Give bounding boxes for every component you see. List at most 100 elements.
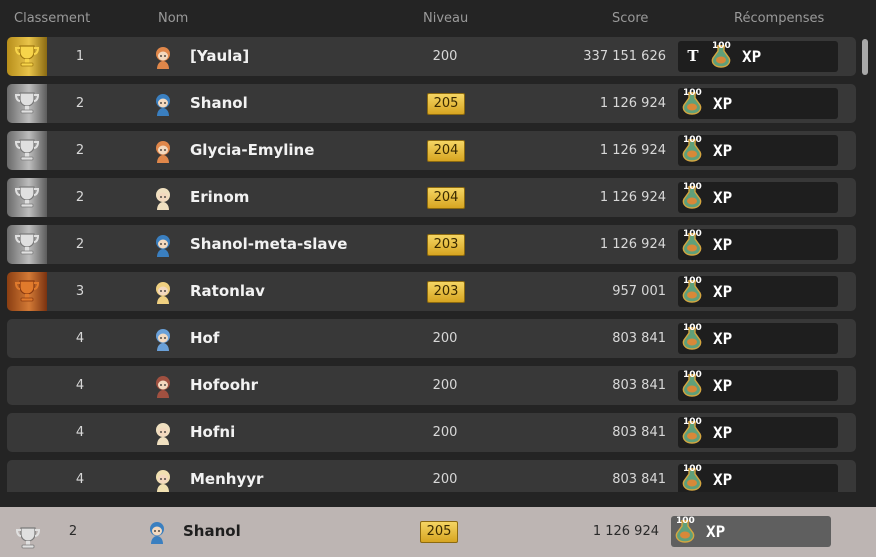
xp-amount: 100 <box>712 41 731 51</box>
header-rank[interactable]: Classement <box>14 11 90 26</box>
rewards-cell[interactable]: 100 XP <box>678 88 838 119</box>
player-name[interactable]: Shanol-meta-slave <box>190 235 347 253</box>
scrollbar-thumb[interactable] <box>862 39 868 75</box>
xp-label: XP <box>713 423 733 442</box>
table-row[interactable]: 3 Ratonlav 203 957 001 100 XP <box>7 272 856 311</box>
score-value: 1 126 924 <box>599 190 666 205</box>
table-row[interactable]: 2 Erinom 204 1 126 924 100 XP <box>7 178 856 217</box>
rank-trophy-cell <box>7 319 47 358</box>
header-name[interactable]: Nom <box>158 11 188 26</box>
rewards-cell[interactable]: 100 XP <box>678 135 838 166</box>
level-badge: 203 <box>427 281 465 303</box>
rank-trophy-cell <box>0 507 41 557</box>
player-name[interactable]: Erinom <box>190 188 249 206</box>
player-name[interactable]: Shanol <box>183 522 241 540</box>
character-avatar-icon <box>149 325 177 357</box>
rewards-cell[interactable]: 100 XP <box>678 370 838 401</box>
level-value: 200 <box>432 331 458 346</box>
xp-amount: 100 <box>683 370 702 380</box>
level-badge: 205 <box>427 93 465 115</box>
rewards-cell[interactable]: 100 XP <box>678 276 838 307</box>
rank-number: 2 <box>75 190 85 205</box>
table-row[interactable]: 2 Glycia-Emyline 204 1 126 924 100 XP <box>7 131 856 170</box>
xp-label: XP <box>713 282 733 301</box>
header-level[interactable]: Niveau <box>423 11 468 26</box>
leaderboard-list[interactable]: 1 [Yaula] 200 337 151 626 T 100 XP 2 Shanol 205 1 … <box>7 37 856 492</box>
rank-trophy-cell <box>7 37 47 76</box>
level-value: 200 <box>432 378 458 393</box>
rank-trophy-cell <box>7 366 47 405</box>
table-row[interactable]: 2 Shanol 205 1 126 924 100 XP <box>7 84 856 123</box>
player-name[interactable]: Hofni <box>190 423 235 441</box>
rewards-cell[interactable]: 100 XP <box>678 417 838 448</box>
level-value: 200 <box>432 425 458 440</box>
table-row[interactable]: 4 Hofoohr 200 803 841 100 XP <box>7 366 856 405</box>
level-badge: 203 <box>427 234 465 256</box>
xp-label: XP <box>713 329 733 348</box>
rewards-cell[interactable]: T 100 XP <box>678 41 838 72</box>
header-rewards: Récompenses <box>734 11 825 26</box>
rank-number: 2 <box>75 96 85 111</box>
character-avatar-icon <box>143 518 171 550</box>
xp-label: XP <box>713 235 733 254</box>
level-badge: 204 <box>427 187 465 209</box>
level-value: 200 <box>432 472 458 487</box>
rewards-cell[interactable]: 100 XP <box>678 323 838 354</box>
xp-label: XP <box>713 376 733 395</box>
score-value: 1 126 924 <box>599 143 666 158</box>
rank-trophy-cell <box>7 84 47 123</box>
title-reward-icon[interactable]: T <box>684 47 702 65</box>
rank-number: 4 <box>75 331 85 346</box>
player-name[interactable]: Hof <box>190 329 219 347</box>
xp-label: XP <box>713 470 733 489</box>
character-avatar-icon <box>149 137 177 169</box>
character-avatar-icon <box>149 466 177 492</box>
table-row[interactable]: 2 Shanol-meta-slave 203 1 126 924 100 XP <box>7 225 856 264</box>
player-name[interactable]: Ratonlav <box>190 282 265 300</box>
score-value: 1 126 924 <box>599 96 666 111</box>
table-row[interactable]: 4 Hof 200 803 841 100 XP <box>7 319 856 358</box>
player-name[interactable]: Shanol <box>190 94 248 112</box>
rank-number: 1 <box>75 49 85 64</box>
xp-amount: 100 <box>683 323 702 333</box>
score-value: 337 151 626 <box>583 49 666 64</box>
player-name[interactable]: [Yaula] <box>190 47 249 65</box>
xp-label: XP <box>713 94 733 113</box>
table-row[interactable]: 4 Menhyyr 200 803 841 100 XP <box>7 460 856 492</box>
current-player-row[interactable]: 2 Shanol 205 1 126 924 100 XP <box>0 507 876 557</box>
score-value: 803 841 <box>612 425 666 440</box>
character-avatar-icon <box>149 419 177 451</box>
rank-number: 2 <box>75 143 85 158</box>
rank-trophy-cell <box>7 225 47 264</box>
character-avatar-icon <box>149 231 177 263</box>
xp-label: XP <box>706 522 726 541</box>
player-name[interactable]: Menhyyr <box>190 470 263 488</box>
table-row[interactable]: 1 [Yaula] 200 337 151 626 T 100 XP <box>7 37 856 76</box>
rewards-cell[interactable]: 100 XP <box>678 182 838 213</box>
level-badge: 204 <box>427 140 465 162</box>
level-value: 200 <box>432 49 458 64</box>
rank-trophy-cell <box>7 131 47 170</box>
rewards-cell[interactable]: 100 XP <box>678 464 838 492</box>
rank-trophy-cell <box>7 272 47 311</box>
xp-amount: 100 <box>683 417 702 427</box>
character-avatar-icon <box>149 184 177 216</box>
player-name[interactable]: Hofoohr <box>190 376 258 394</box>
player-name[interactable]: Glycia-Emyline <box>190 141 314 159</box>
score-value: 803 841 <box>612 472 666 487</box>
rank-number: 2 <box>75 237 85 252</box>
rewards-cell[interactable]: 100 XP <box>678 229 838 260</box>
table-row[interactable]: 4 Hofni 200 803 841 100 XP <box>7 413 856 452</box>
xp-amount: 100 <box>683 135 702 145</box>
current-player-entry[interactable]: 2 Shanol 205 1 126 924 100 XP <box>0 507 876 557</box>
rank-number: 2 <box>68 524 78 539</box>
score-value: 1 126 924 <box>599 237 666 252</box>
rank-number: 4 <box>75 425 85 440</box>
xp-amount: 100 <box>683 464 702 474</box>
character-avatar-icon <box>149 278 177 310</box>
scrollbar[interactable] <box>862 37 868 492</box>
rewards-cell[interactable]: 100 XP <box>671 516 831 547</box>
character-avatar-icon <box>149 372 177 404</box>
xp-label: XP <box>713 141 733 160</box>
header-score[interactable]: Score <box>612 11 648 26</box>
